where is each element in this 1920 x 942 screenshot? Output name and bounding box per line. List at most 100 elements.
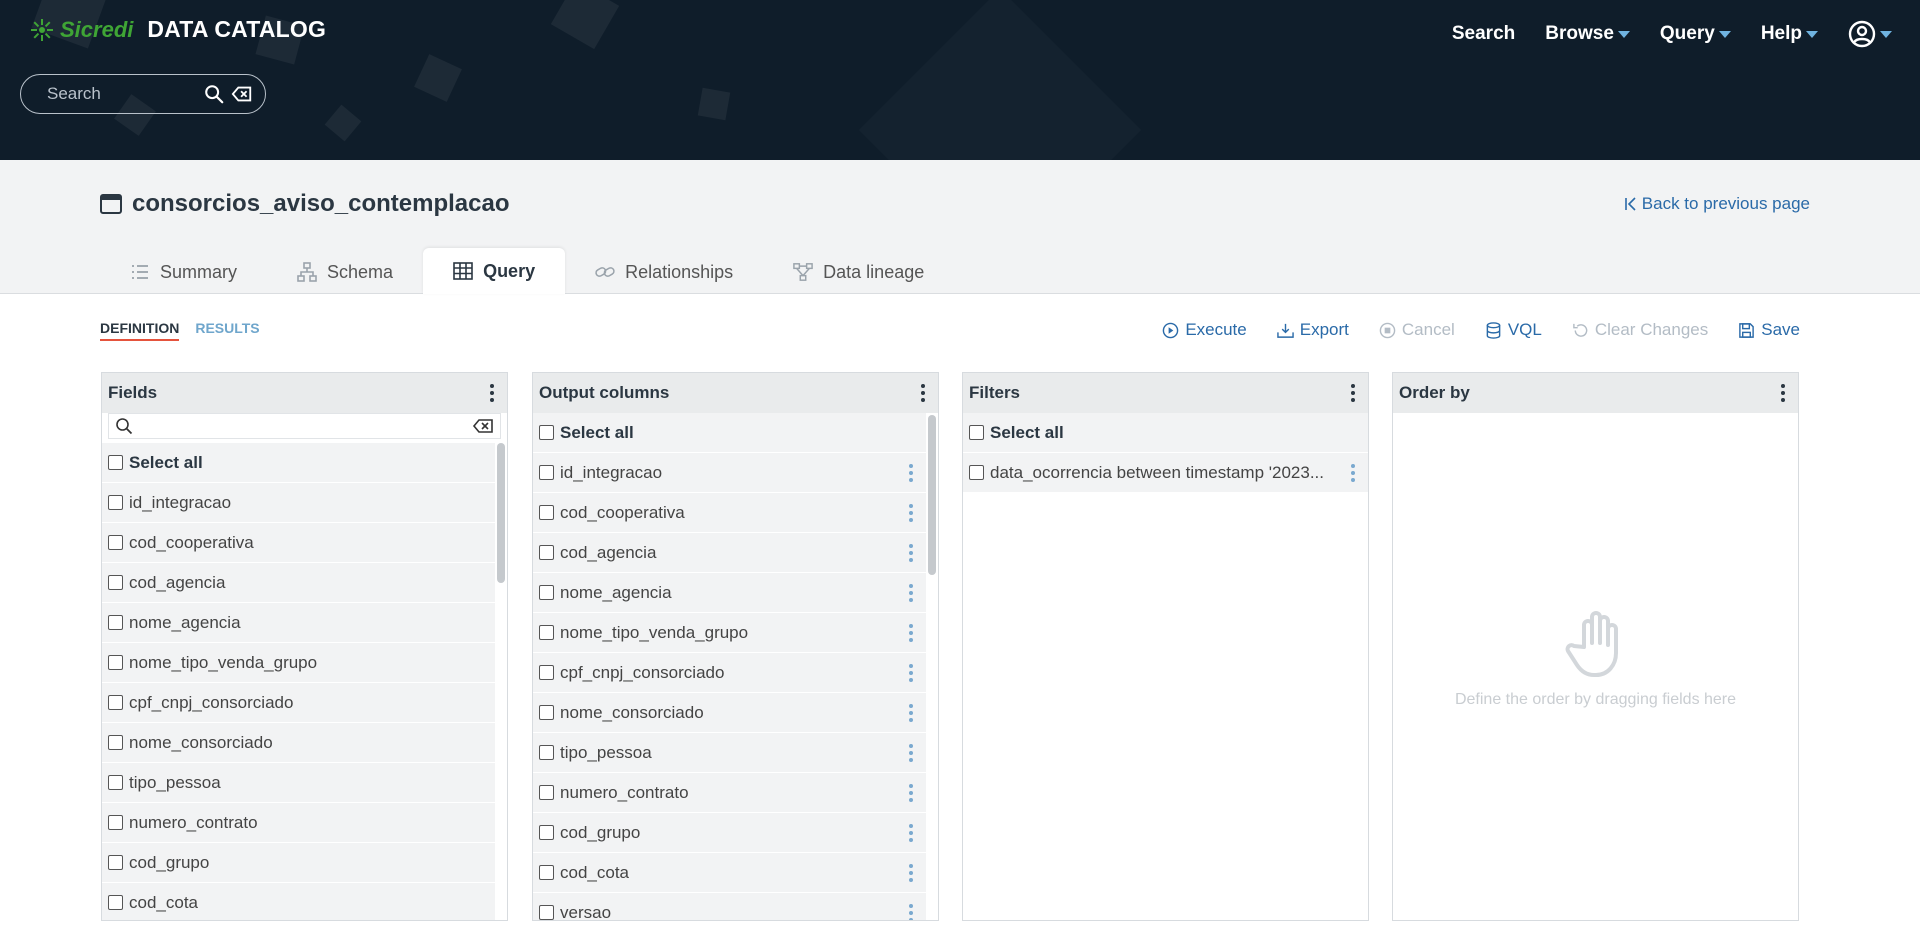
row-options-icon[interactable] [904,462,918,484]
output-column-row[interactable]: cod_agencia [533,533,926,573]
checkbox[interactable] [108,895,123,910]
field-row[interactable]: tipo_pessoa [102,763,495,803]
row-options-icon[interactable] [904,782,918,804]
filter-row[interactable]: data_ocorrencia between timestamp '2023.… [963,453,1368,493]
output-column-row[interactable]: tipo_pessoa [533,733,926,773]
checkbox[interactable] [108,695,123,710]
row-options-icon[interactable] [904,542,918,564]
output-column-row[interactable]: numero_contrato [533,773,926,813]
checkbox[interactable] [969,465,984,480]
scrollbar-thumb[interactable] [497,443,505,583]
more-options-icon[interactable] [1776,382,1790,404]
checkbox[interactable] [539,465,554,480]
checkbox[interactable] [969,425,984,440]
nav-help[interactable]: Help [1761,23,1818,45]
search-icon[interactable] [203,83,225,105]
tab-summary[interactable]: Summary [100,250,267,294]
field-row[interactable]: cod_cota [102,883,495,920]
field-row[interactable]: nome_consorciado [102,723,495,763]
clear-search-icon[interactable] [231,83,253,105]
clear-changes-button[interactable]: Clear Changes [1572,320,1708,340]
checkbox[interactable] [539,745,554,760]
more-options-icon[interactable] [1346,382,1360,404]
cancel-button[interactable]: Cancel [1379,320,1455,340]
checkbox[interactable] [108,815,123,830]
field-row[interactable]: cod_agencia [102,563,495,603]
subtab-definition[interactable]: DEFINITION [100,320,180,341]
global-search[interactable] [20,74,266,114]
field-row[interactable]: cpf_cnpj_consorciado [102,683,495,723]
output-column-row[interactable]: id_integracao [533,453,926,493]
output-select-all[interactable]: Select all [533,413,926,453]
execute-button[interactable]: Execute [1162,320,1247,340]
field-row[interactable]: numero_contrato [102,803,495,843]
output-column-row[interactable]: cpf_cnpj_consorciado [533,653,926,693]
subtab-results[interactable]: RESULTS [195,320,259,341]
nav-browse[interactable]: Browse [1545,23,1630,45]
output-column-row[interactable]: nome_consorciado [533,693,926,733]
field-row[interactable]: nome_tipo_venda_grupo [102,643,495,683]
row-options-icon[interactable] [904,902,918,920]
order-by-drop-zone[interactable]: Define the order by dragging fields here [1393,603,1798,709]
row-options-icon[interactable] [904,702,918,724]
row-options-icon[interactable] [904,822,918,844]
field-row[interactable]: cod_cooperativa [102,523,495,563]
fields-search-input[interactable] [133,417,472,435]
scrollbar-thumb[interactable] [928,415,936,575]
checkbox[interactable] [108,495,123,510]
vql-button[interactable]: VQL [1485,320,1542,340]
output-column-row[interactable]: nome_agencia [533,573,926,613]
back-to-previous-link[interactable]: Back to previous page [1624,194,1810,214]
field-row[interactable]: nome_agencia [102,603,495,643]
field-row[interactable]: cod_grupo [102,843,495,883]
export-button[interactable]: Export [1276,320,1349,340]
more-options-icon[interactable] [916,382,930,404]
checkbox[interactable] [108,575,123,590]
checkbox[interactable] [539,865,554,880]
checkbox[interactable] [108,855,123,870]
checkbox[interactable] [539,625,554,640]
tab-query[interactable]: Query [423,248,566,294]
checkbox[interactable] [108,775,123,790]
checkbox[interactable] [108,655,123,670]
fields-select-all[interactable]: Select all [102,443,495,483]
checkbox[interactable] [539,585,554,600]
logo[interactable]: Sicredi DATA CATALOG [30,16,326,43]
checkbox[interactable] [108,735,123,750]
user-menu[interactable] [1848,20,1892,48]
checkbox[interactable] [539,665,554,680]
clear-search-icon[interactable] [472,418,494,434]
tab-schema[interactable]: Schema [267,250,423,294]
nav-query[interactable]: Query [1660,23,1731,45]
output-column-row[interactable]: cod_grupo [533,813,926,853]
tab-data-lineage[interactable]: Data lineage [763,250,954,294]
field-row[interactable]: id_integracao [102,483,495,523]
more-options-icon[interactable] [485,382,499,404]
checkbox[interactable] [539,785,554,800]
row-options-icon[interactable] [904,582,918,604]
row-options-icon[interactable] [904,742,918,764]
filters-select-all[interactable]: Select all [963,413,1368,453]
output-column-row[interactable]: versao [533,893,926,920]
row-options-icon[interactable] [904,662,918,684]
output-column-row[interactable]: cod_cota [533,853,926,893]
row-options-icon[interactable] [904,862,918,884]
search-input[interactable] [47,84,197,104]
checkbox[interactable] [108,455,123,470]
output-column-row[interactable]: cod_cooperativa [533,493,926,533]
output-column-row[interactable]: nome_tipo_venda_grupo [533,613,926,653]
save-button[interactable]: Save [1738,320,1800,340]
row-options-icon[interactable] [904,622,918,644]
checkbox[interactable] [108,535,123,550]
nav-search[interactable]: Search [1452,23,1515,45]
checkbox[interactable] [539,705,554,720]
row-options-icon[interactable] [904,502,918,524]
checkbox[interactable] [539,825,554,840]
tab-relationships[interactable]: Relationships [565,250,763,294]
checkbox[interactable] [539,505,554,520]
fields-search[interactable] [108,413,501,439]
checkbox[interactable] [539,545,554,560]
row-options-icon[interactable] [1346,462,1360,484]
checkbox[interactable] [108,615,123,630]
checkbox[interactable] [539,425,554,440]
